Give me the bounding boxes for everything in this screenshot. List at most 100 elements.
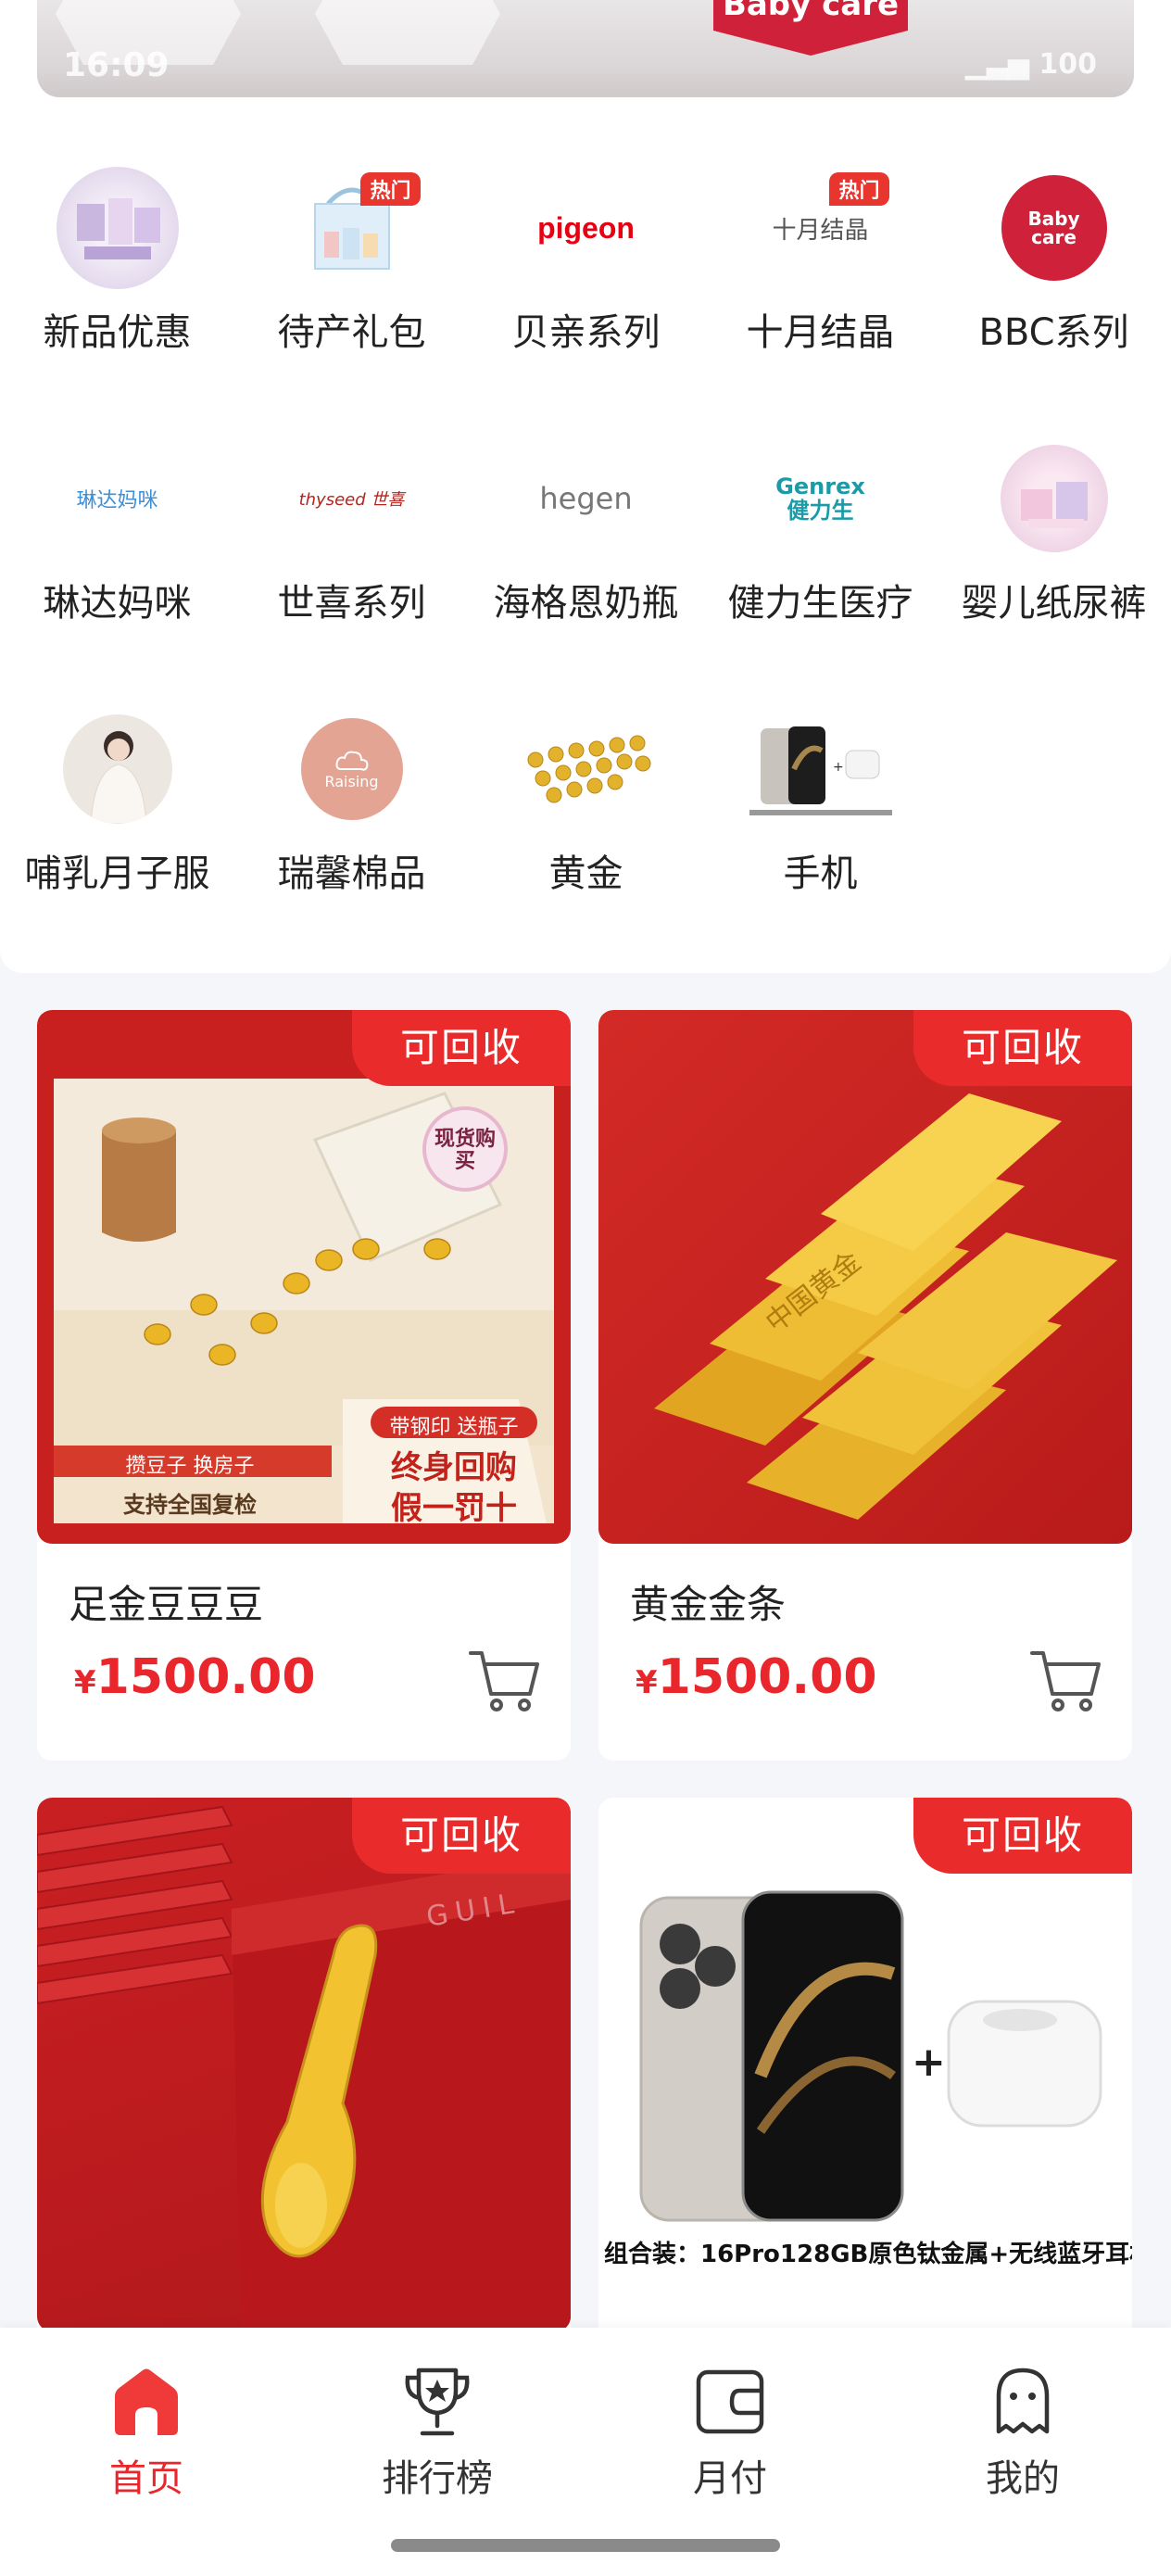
product-image-gold-bars: 中国黄金 可回收 [598, 1010, 1132, 1544]
category-label: 健力生医疗 [727, 582, 913, 625]
home-icon [115, 2368, 178, 2435]
image-promo-main-1: 终身回购 [391, 1449, 517, 1486]
nursing-clothes-icon [62, 714, 172, 824]
category-label: 瑞馨棉品 [277, 852, 426, 895]
hegen-logo-icon: hegen [525, 437, 648, 560]
category-linda-mommy[interactable]: 琳达妈咪 琳达妈咪 [0, 437, 234, 626]
category-diapers[interactable]: 婴儿纸尿裤 [937, 437, 1171, 626]
category-label: 贝亲系列 [511, 311, 661, 354]
gift-bag-icon: 热门 [291, 167, 421, 289]
genrex-logo-icon: Genrex 健力生 [760, 437, 882, 560]
category-label: 哺乳月子服 [24, 852, 210, 895]
image-promo-left-2: 支持全国复检 [123, 1492, 257, 1518]
category-label: 手机 [783, 852, 858, 895]
nav-label: 我的 [986, 2457, 1060, 2500]
price-value: 1500.00 [657, 1649, 877, 1705]
category-bbc[interactable]: Baby care BBC系列 [937, 167, 1171, 356]
category-label: 新品优惠 [43, 311, 192, 354]
thyseed-logo-icon: thyseed 世喜 [291, 437, 413, 560]
hot-badge: 热门 [360, 172, 421, 206]
product-price: ¥1500.00 [636, 1649, 877, 1705]
pigeon-logo-icon: pigeon [525, 167, 648, 289]
category-genrex[interactable]: Genrex 健力生 健力生医疗 [703, 437, 938, 626]
hegen-logo-text: hegen [539, 481, 633, 516]
banner-hex-decoration [315, 0, 500, 65]
nav-ranking[interactable]: 排行榜 [345, 2363, 530, 2502]
linda-mommy-logo-icon: 琳达妈咪 [57, 437, 179, 560]
wallet-icon [696, 2369, 764, 2434]
category-gift-pack[interactable]: 热门 待产礼包 [234, 167, 469, 356]
shiyue-logo-icon: 十月结晶 热门 [760, 167, 889, 289]
category-label: 海格恩奶瓶 [493, 582, 679, 625]
image-promo-left-1: 攒豆子 换房子 [125, 1455, 255, 1478]
home-indicator[interactable] [391, 2539, 780, 2552]
babycare-logo-text: Baby care [1027, 208, 1080, 248]
babycare-logo-icon: Baby care [1001, 175, 1107, 281]
product-card[interactable]: 现货购买 带钢印 送瓶子 终身回购 假一罚十 攒豆子 换房子 支持全国复检 可回… [37, 1010, 571, 1761]
new-products-icon [56, 167, 179, 289]
thyseed-logo-text: thyseed 世喜 [298, 490, 405, 510]
category-nursing-clothes[interactable]: 哺乳月子服 [0, 708, 234, 897]
nav-label: 月付 [693, 2457, 767, 2500]
currency-symbol: ¥ [636, 1664, 658, 1701]
nav-label: 首页 [109, 2457, 183, 2500]
category-label: 黄金 [548, 852, 623, 895]
svg-text:+: + [912, 2039, 946, 2086]
genrex-logo-text: Genrex 健力生 [775, 474, 865, 524]
product-image-iphone-bundle: + 组合装：16Pro128GB原色钛金属+无线蓝牙耳机 可回收 [598, 1798, 1132, 2331]
product-title: 黄金金条 [630, 1582, 787, 1627]
status-battery: ▁▃▅ 100 [964, 48, 1097, 81]
product-title: 足金豆豆豆 [69, 1582, 264, 1627]
status-time: 16:09 [63, 46, 170, 84]
product-card[interactable]: GUIL 可回收 [37, 1798, 571, 2354]
category-label: BBC系列 [978, 311, 1129, 354]
svg-text:+: + [833, 760, 844, 775]
banner-brand-logo: Baby care [713, 0, 908, 56]
product-card[interactable]: + 组合装：16Pro128GB原色钛金属+无线蓝牙耳机 可回收 [598, 1798, 1132, 2354]
image-promo-top: 带钢印 送瓶子 [389, 1416, 519, 1439]
category-grid: 新品优惠 热门 待产礼包 pigeon 贝亲系列 十月结晶 热门 十月结晶 Ba… [0, 130, 1171, 973]
image-badge-text: 现货购买 [434, 1128, 496, 1173]
category-hegen[interactable]: hegen 海格恩奶瓶 [469, 437, 703, 626]
nav-label: 排行榜 [382, 2457, 493, 2500]
diapers-icon [1000, 445, 1108, 552]
top-banner-area: Baby care 16:09 ▁▃▅ 100 [0, 0, 1171, 130]
price-value: 1500.00 [95, 1649, 316, 1705]
category-thyseed[interactable]: thyseed 世喜 世喜系列 [234, 437, 469, 626]
nav-profile[interactable]: 我的 [930, 2363, 1115, 2502]
raising-logo-text: Raising [324, 772, 379, 790]
recyclable-tag: 可回收 [913, 1010, 1132, 1086]
recyclable-tag: 可回收 [352, 1010, 571, 1086]
shiyue-logo-text: 十月结晶 [772, 216, 869, 245]
trophy-icon [405, 2368, 470, 2436]
cart-icon[interactable] [465, 1640, 543, 1718]
category-label: 琳达妈咪 [43, 582, 192, 625]
battery-level: 100 [1039, 48, 1097, 81]
category-new-products[interactable]: 新品优惠 [0, 167, 234, 356]
gold-beans-icon [517, 708, 656, 830]
category-pigeon[interactable]: pigeon 贝亲系列 [469, 167, 703, 356]
pigeon-logo-text: pigeon [537, 210, 635, 245]
phone-icon: + [742, 708, 900, 830]
hot-badge: 热门 [829, 172, 889, 206]
category-phone[interactable]: + 手机 [703, 708, 938, 897]
raising-logo-icon: Raising [300, 718, 403, 820]
category-label: 十月结晶 [746, 311, 895, 354]
product-price: ¥1500.00 [74, 1649, 316, 1705]
product-card[interactable]: 中国黄金 可回收 黄金金条 ¥1500.00 [598, 1010, 1132, 1761]
nav-home[interactable]: 首页 [54, 2363, 239, 2502]
category-shiyue[interactable]: 十月结晶 热门 十月结晶 [703, 167, 938, 356]
linda-logo-text: 琳达妈咪 [76, 489, 158, 512]
promo-banner[interactable]: Baby care 16:09 ▁▃▅ 100 [37, 0, 1134, 97]
recyclable-tag: 可回收 [913, 1798, 1132, 1874]
ghost-profile-icon [996, 2368, 1050, 2434]
product-image-gold-spoon: GUIL 可回收 [37, 1798, 571, 2331]
nav-monthly-pay[interactable]: 月付 [637, 2363, 823, 2502]
category-raising[interactable]: Raising 瑞馨棉品 [234, 708, 469, 897]
category-label: 婴儿纸尿裤 [961, 582, 1147, 625]
product-image-gold-beans: 现货购买 带钢印 送瓶子 终身回购 假一罚十 攒豆子 换房子 支持全国复检 可回… [37, 1010, 571, 1544]
cart-icon[interactable] [1026, 1640, 1104, 1718]
bundle-caption: 组合装：16Pro128GB原色钛金属+无线蓝牙耳机 [604, 2241, 1132, 2268]
category-gold[interactable]: 黄金 [469, 708, 703, 897]
category-label: 世喜系列 [277, 582, 426, 625]
